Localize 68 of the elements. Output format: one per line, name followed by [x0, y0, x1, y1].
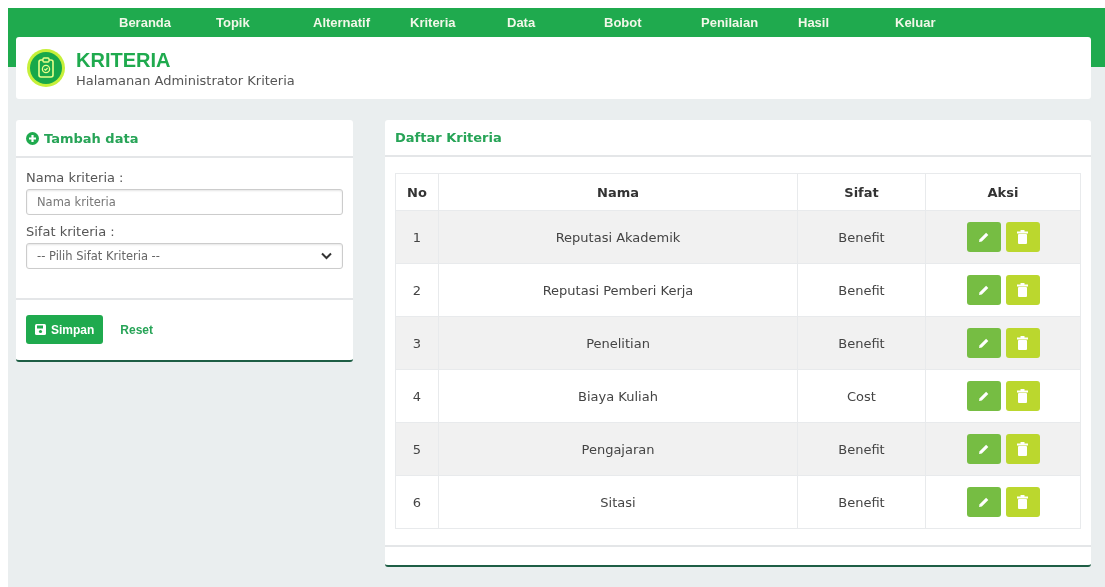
table-cell: Pengajaran [438, 422, 798, 476]
card-title: Daftar Kriteria [395, 130, 502, 145]
nav-link[interactable]: Alternatif [313, 15, 410, 30]
table-cell: Benefit [797, 316, 926, 370]
page-title: KRITERIA [76, 48, 172, 72]
trash-icon [1017, 230, 1028, 244]
nav-link[interactable]: Penilaian [701, 15, 798, 30]
trash-icon [1017, 495, 1028, 509]
edit-button[interactable] [966, 275, 1001, 305]
edit-button[interactable] [966, 434, 1001, 464]
table-cell: Benefit [797, 263, 926, 317]
pencil-icon [977, 442, 990, 456]
select-dropdown[interactable]: -- Pilih Sifat Kriteria -- [26, 243, 343, 269]
table-cell: 1 [395, 210, 439, 264]
pencil-icon [977, 389, 990, 403]
edit-button[interactable] [966, 487, 1001, 517]
column-header: Nama [438, 173, 798, 211]
nav-link[interactable]: Bobot [604, 15, 701, 30]
reset-link[interactable]: Reset [120, 322, 154, 337]
nav-link[interactable]: Keluar [895, 15, 992, 30]
table-cell: 6 [395, 475, 439, 529]
trash-icon [1017, 389, 1028, 403]
save-button[interactable]: Simpan [26, 315, 104, 344]
delete-button[interactable] [1005, 434, 1040, 464]
table-cell: 2 [395, 263, 439, 317]
table-cell: Benefit [797, 475, 926, 529]
field-label: Sifat kriteria : [26, 224, 116, 239]
delete-button[interactable] [1005, 328, 1040, 358]
table-cell: Cost [797, 369, 926, 423]
pencil-icon [977, 230, 990, 244]
edit-button[interactable] [966, 381, 1001, 411]
nav-link[interactable]: Kriteria [410, 15, 507, 30]
table-cell: Sitasi [438, 475, 798, 529]
table-cell: 4 [395, 369, 439, 423]
page-subtitle: Halamanan Administrator Kriteria [76, 72, 295, 88]
trash-icon [1017, 336, 1028, 350]
nav-link[interactable]: Data [507, 15, 604, 30]
pencil-icon [977, 283, 990, 297]
edit-button[interactable] [966, 328, 1001, 358]
table-cell: 3 [395, 316, 439, 370]
column-header: No [395, 173, 439, 211]
text-field[interactable]: Nama kriteria [26, 189, 343, 215]
table-cell: Reputasi Pemberi Kerja [438, 263, 798, 317]
plus-circle-icon [26, 131, 39, 145]
table-cell: Biaya Kuliah [438, 369, 798, 423]
column-header: Aksi [925, 173, 1081, 211]
delete-button[interactable] [1005, 381, 1040, 411]
nav-link[interactable]: Hasil [798, 15, 895, 30]
table-cell: Reputasi Akademik [438, 210, 798, 264]
table-cell: Benefit [797, 422, 926, 476]
delete-button[interactable] [1005, 222, 1040, 252]
nav-link[interactable]: Beranda [119, 15, 216, 30]
table-cell: 5 [395, 422, 439, 476]
nav-link[interactable]: Topik [216, 15, 313, 30]
delete-button[interactable] [1005, 275, 1040, 305]
trash-icon [1017, 283, 1028, 297]
delete-button[interactable] [1005, 487, 1040, 517]
pencil-icon [977, 336, 990, 350]
edit-button[interactable] [966, 222, 1001, 252]
column-header: Sifat [797, 173, 926, 211]
pencil-icon [977, 495, 990, 509]
field-label: Nama kriteria : [26, 170, 125, 185]
table-cell: Penelitian [438, 316, 798, 370]
chevron-down-icon [321, 252, 332, 260]
trash-icon [1017, 442, 1028, 456]
clipboard-check-icon [26, 48, 66, 88]
card-title: Tambah data [44, 130, 139, 146]
table-cell: Benefit [797, 210, 926, 264]
